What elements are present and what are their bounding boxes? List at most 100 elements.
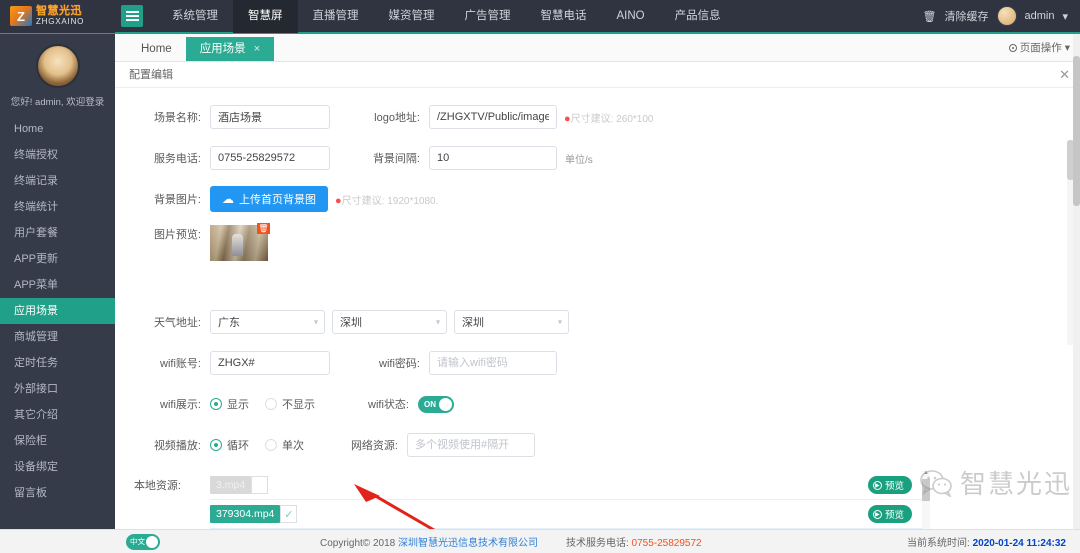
wifi-account-input[interactable] (210, 351, 330, 375)
resource-checkbox-1[interactable]: ✓ (280, 505, 298, 523)
resources-scrollbar-thumb[interactable] (922, 479, 930, 501)
sidebar-item-external-api[interactable]: 外部接口 (0, 376, 115, 402)
logo-url-input[interactable] (429, 105, 557, 129)
image-preview-item[interactable]: 🗑 (210, 223, 270, 261)
sidebar-item-home[interactable]: Home (0, 116, 115, 142)
chevron-down-icon[interactable]: ▾ (1062, 10, 1068, 23)
preview-button-0[interactable]: ▶ 预览 (867, 476, 912, 494)
resource-row-0[interactable]: 3.mp4 ▶ 预览 (210, 471, 930, 500)
topnav-item-0[interactable]: 系统管理 (157, 0, 233, 33)
service-phone-label: 服务电话: (153, 153, 201, 165)
copyright-company-link[interactable]: 深圳智慧光迅信息技术有限公司 (398, 538, 538, 549)
wifi-display-option-show-label: 显示 (227, 399, 249, 411)
wifi-password-input[interactable] (429, 351, 557, 375)
wifi-status-toggle[interactable]: ON (418, 395, 454, 413)
upload-bg-button[interactable]: ☁ 上传首页背景图 (210, 186, 328, 212)
radio-icon (210, 439, 222, 451)
page-scrollbar[interactable] (1073, 34, 1080, 529)
sidebar-item-safe-box[interactable]: 保险柜 (0, 428, 115, 454)
bg-interval-input[interactable] (429, 146, 557, 170)
sidebar-item-device-bind[interactable]: 设备绑定 (0, 454, 115, 480)
topnav-item-1[interactable]: 智慧屏 (233, 0, 298, 33)
form-row-phone-interval: 服务电话: 背景间隔: 单位/s (115, 143, 1080, 173)
network-resource-label: 网络资源: (350, 440, 398, 452)
topnav-item-3[interactable]: 媒资管理 (374, 0, 450, 33)
topnav-item-2[interactable]: 直播管理 (298, 0, 374, 33)
delete-icon[interactable]: 🗑 (257, 223, 270, 234)
hint-dot-icon: ● (335, 194, 342, 207)
tab-bar: Home 应用场景 × 页面操作 ▾ (115, 34, 1080, 62)
scroll-up-icon[interactable]: ▲ (922, 470, 930, 476)
hamburger-icon[interactable] (121, 5, 143, 27)
weather-district-select[interactable]: 深圳 ▾ (454, 310, 569, 334)
config-panel: 配置编辑 ✕ 场景名称: logo地址: ●尺寸建议: 260*100 服务电话… (115, 62, 1080, 553)
sidebar-item-terminal-stats[interactable]: 终端统计 (0, 194, 115, 220)
play-icon: ▶ (872, 480, 882, 490)
profile-avatar[interactable] (35, 44, 80, 88)
panel-header: 配置编辑 ✕ (115, 62, 1080, 88)
wifi-display-option-hide[interactable]: 不显示 (265, 396, 315, 412)
scene-name-input[interactable] (210, 105, 330, 129)
play-icon: ▶ (872, 509, 882, 519)
logo-url-hint-text: 尺寸建议: 260*100 (570, 113, 654, 125)
video-play-option-once[interactable]: 单次 (265, 437, 304, 453)
weather-location-label: 天气地址: (153, 317, 201, 329)
service-phone-input[interactable] (210, 146, 330, 170)
panel-close-icon[interactable]: ✕ (1059, 62, 1070, 88)
language-toggle[interactable]: 中文 (126, 533, 160, 550)
logo-url-hint: ●尺寸建议: 260*100 (564, 110, 653, 125)
clear-cache-button[interactable]: 清除缓存 (945, 8, 989, 24)
user-menu-label[interactable]: admin (1025, 10, 1055, 22)
video-play-radio-group: 循环 单次 (210, 437, 304, 453)
sidebar: 您好! admin, 欢迎登录 Home 终端授权 终端记录 终端统计 用户套餐… (0, 34, 115, 529)
sidebar-item-terminal-auth[interactable]: 终端授权 (0, 142, 115, 168)
wifi-display-label: wifi展示: (160, 399, 201, 411)
chevron-down-icon: ▾ (1064, 41, 1070, 54)
sidebar-item-user-package[interactable]: 用户套餐 (0, 220, 115, 246)
form-row-bg-image: 背景图片: ☁ 上传首页背景图 ●尺寸建议: 1920*1080. (115, 184, 1080, 214)
radio-icon (265, 439, 277, 451)
close-icon[interactable]: × (254, 37, 260, 61)
topnav-item-7[interactable]: 产品信息 (660, 0, 736, 33)
tab-home[interactable]: Home (127, 37, 186, 61)
local-resources-label: 本地资源: (133, 480, 181, 492)
page-scrollbar-thumb[interactable] (1073, 56, 1080, 206)
topnav-item-6[interactable]: AINO (602, 0, 660, 33)
bg-image-hint: ●尺寸建议: 1920*1080. (335, 192, 438, 207)
page-operations-dropdown[interactable]: 页面操作 ▾ (1008, 40, 1070, 55)
weather-city-select[interactable]: 深圳 ▾ (332, 310, 447, 334)
sidebar-item-message-board[interactable]: 留言板 (0, 480, 115, 506)
sidebar-item-scheduled-task[interactable]: 定时任务 (0, 350, 115, 376)
topnav-item-5[interactable]: 智慧电话 (526, 0, 602, 33)
resource-row-1[interactable]: 379304.mp4 ✓ ▶ 预览 (210, 500, 930, 529)
preview-button-1[interactable]: ▶ 预览 (867, 505, 912, 523)
app-root: Z 智慧光迅 ZHGXAINO 系统管理 智慧屏 直播管理 媒资管理 广告管理 … (0, 0, 1080, 553)
resource-checkbox-0[interactable] (251, 476, 269, 494)
topnav-item-4[interactable]: 广告管理 (450, 0, 526, 33)
sidebar-item-terminal-records[interactable]: 终端记录 (0, 168, 115, 194)
avatar[interactable] (996, 6, 1017, 26)
panel-title: 配置编辑 (129, 69, 173, 81)
network-resource-input[interactable] (407, 433, 535, 457)
sidebar-item-app-menu[interactable]: APP菜单 (0, 272, 115, 298)
bg-image-label: 背景图片: (153, 194, 201, 206)
upload-bg-button-label: 上传首页背景图 (239, 194, 316, 206)
weather-province-select[interactable]: 广东 ▾ (210, 310, 325, 334)
sidebar-item-app-update[interactable]: APP更新 (0, 246, 115, 272)
wifi-display-option-show[interactable]: 显示 (210, 396, 249, 412)
tab-app-scene[interactable]: 应用场景 × (185, 37, 275, 61)
wifi-display-radio-group: 显示 不显示 (210, 396, 315, 412)
footer-copyright: Copyright© 2018 深圳智慧光迅信息技术有限公司 (320, 534, 538, 549)
sidebar-nav: Home 终端授权 终端记录 终端统计 用户套餐 APP更新 APP菜单 应用场… (0, 116, 115, 506)
video-play-option-loop[interactable]: 循环 (210, 437, 249, 453)
sidebar-item-app-scene[interactable]: 应用场景 (0, 298, 115, 324)
wifi-display-option-hide-label: 不显示 (282, 399, 315, 411)
sidebar-item-mall[interactable]: 商城管理 (0, 324, 115, 350)
video-play-option-once-label: 单次 (282, 440, 304, 452)
weather-city-value: 深圳 (340, 317, 362, 329)
brand-logo[interactable]: Z 智慧光迅 ZHGXAINO (0, 0, 115, 33)
sidebar-item-other-intro[interactable]: 其它介绍 (0, 402, 115, 428)
chevron-down-icon: ▾ (313, 317, 318, 327)
form-row-scene-logo: 场景名称: logo地址: ●尺寸建议: 260*100 (115, 102, 1080, 132)
brand-text: 智慧光迅 ZHGXAINO (36, 5, 84, 26)
